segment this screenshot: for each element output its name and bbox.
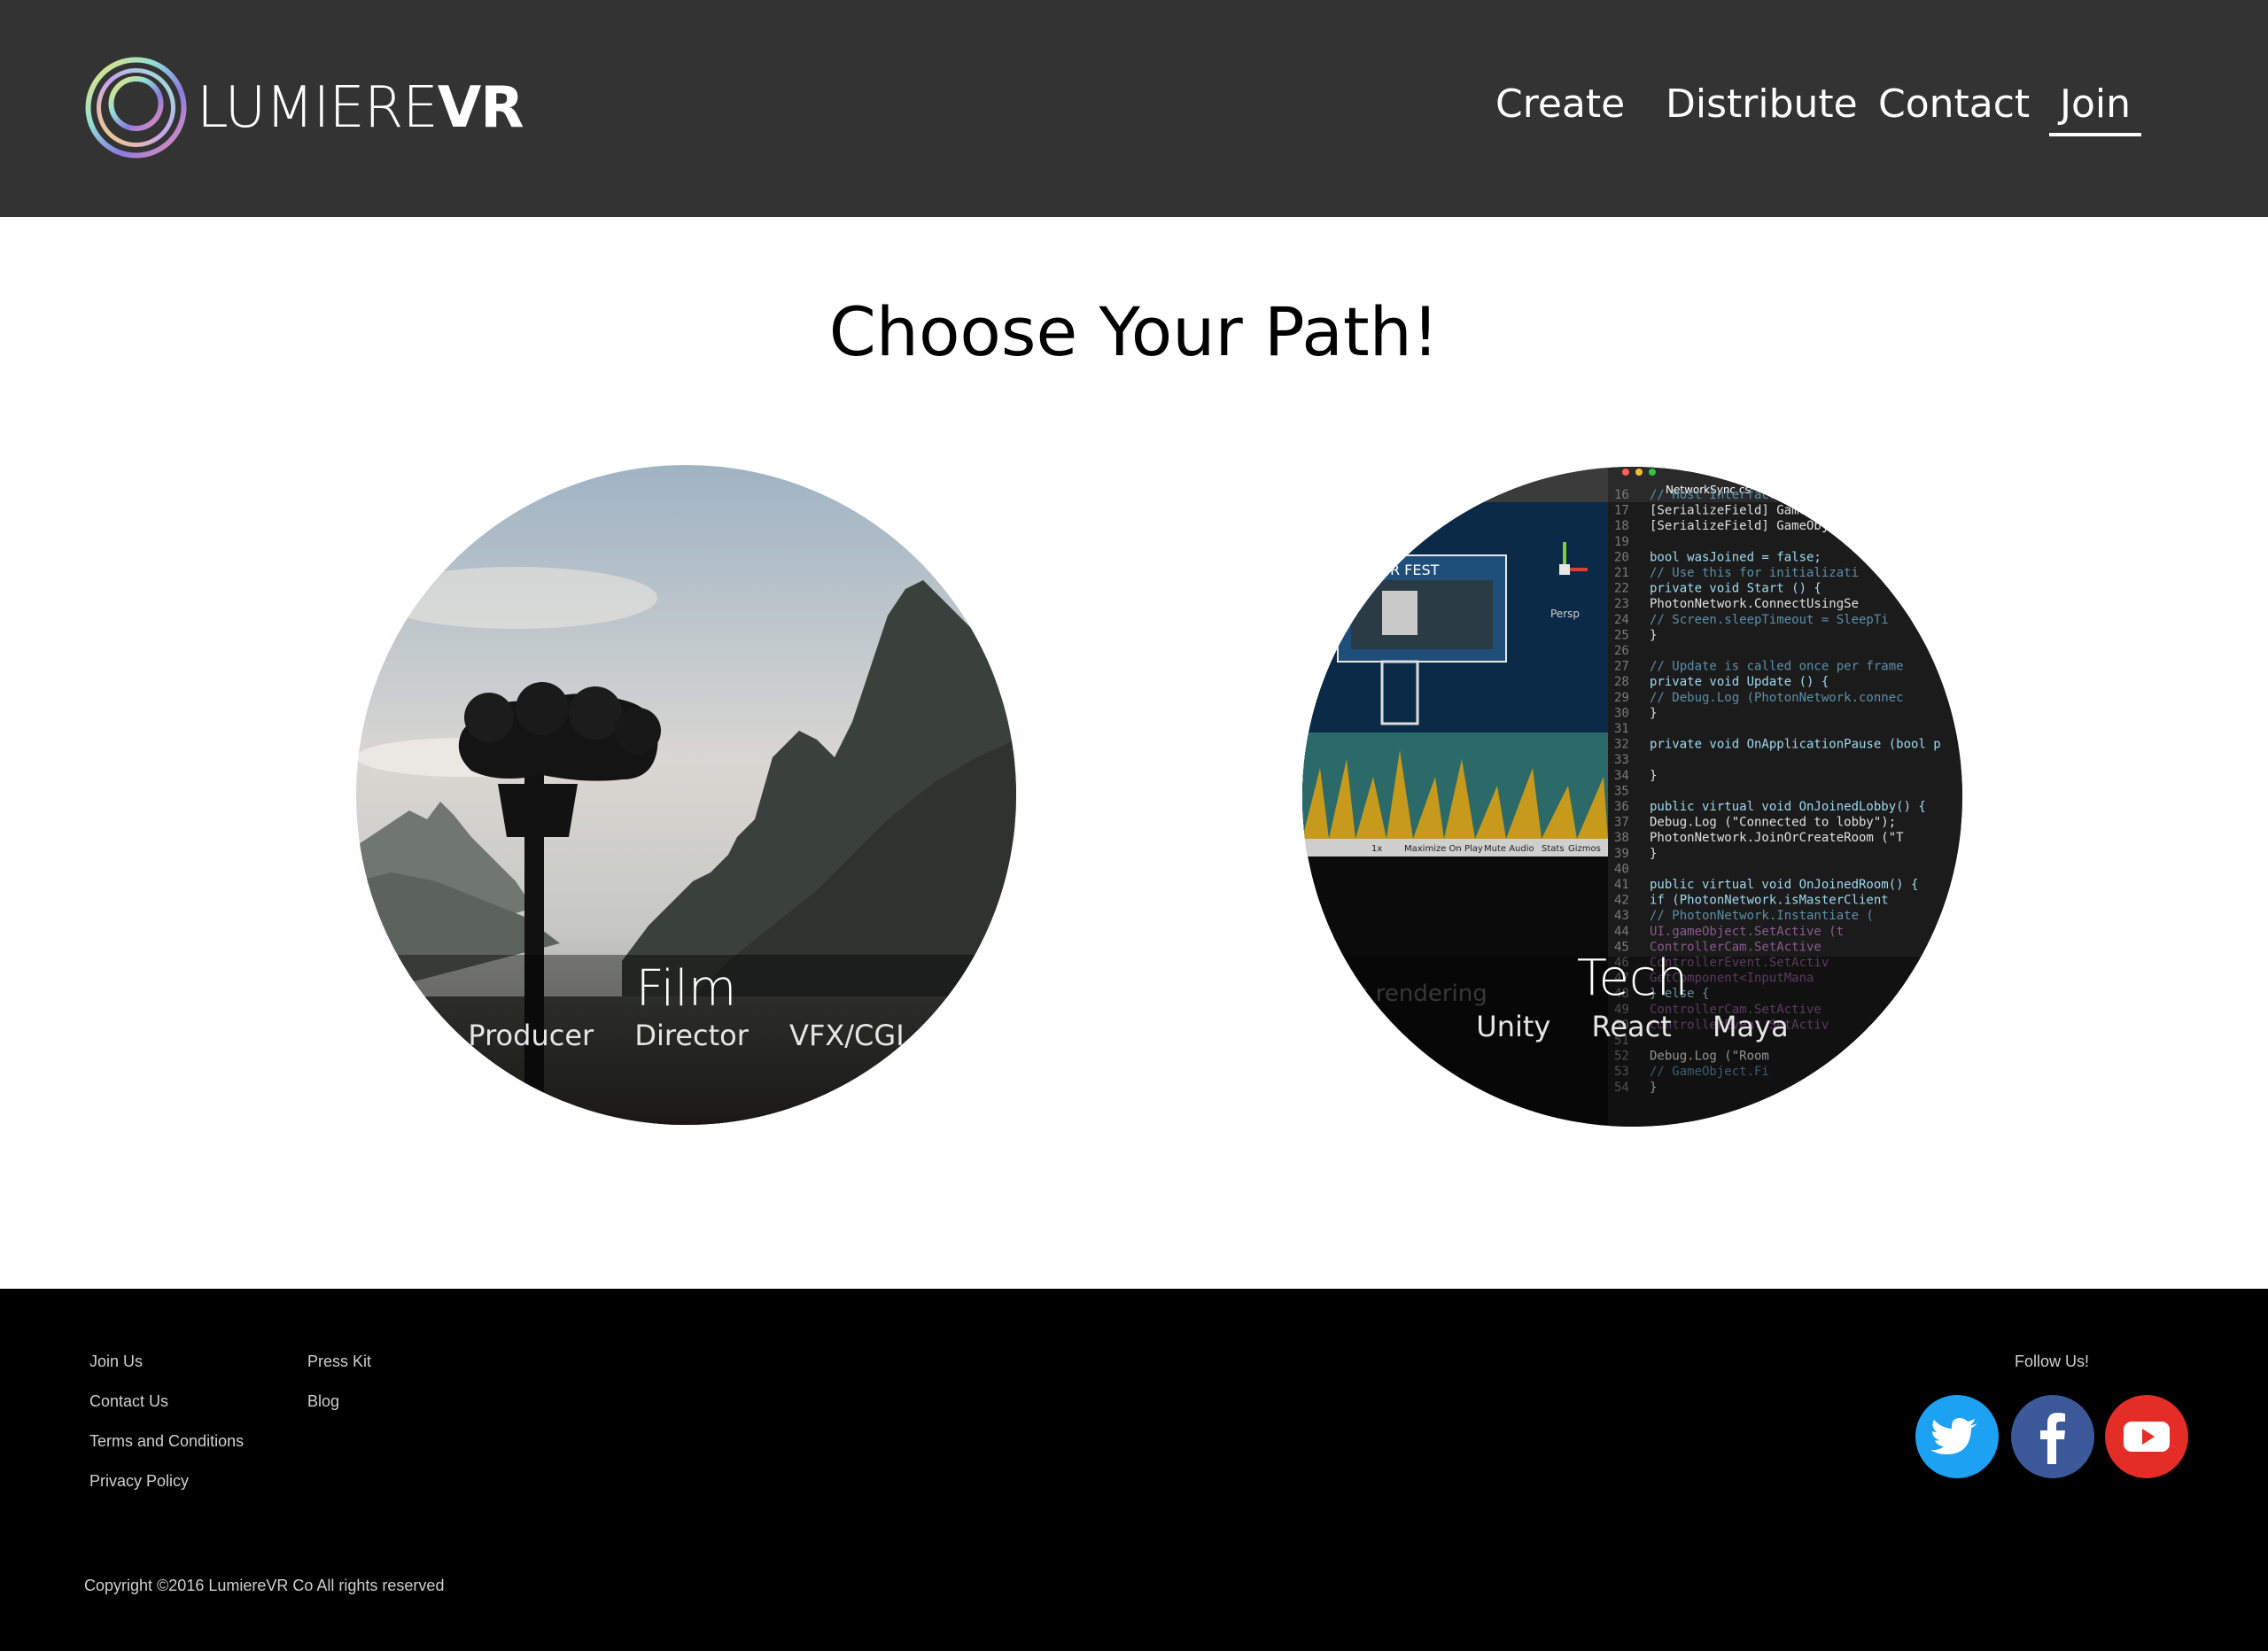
nav-item-distribute[interactable]: Distribute — [1666, 78, 1858, 131]
code-line: } — [1650, 706, 1657, 720]
tech-title: Tech — [1576, 950, 1689, 1007]
vr-fest-label: VR FEST — [1380, 562, 1440, 578]
film-role: Director — [634, 1019, 749, 1052]
code-line-number: 36 — [1614, 800, 1629, 814]
follow-us-label: Follow Us! — [2015, 1353, 2090, 1370]
code-line: } — [1650, 628, 1657, 642]
code-line: [SerializeField] GameObj — [1650, 519, 1829, 533]
code-line-number: 17 — [1614, 504, 1629, 518]
code-line: if (PhotonNetwork.isMasterClient — [1650, 894, 1889, 908]
code-line-number: 33 — [1614, 753, 1629, 767]
code-line: private void OnApplicationPause (bool p — [1650, 738, 1941, 752]
nav-item-contact[interactable]: Contact — [1878, 78, 2030, 131]
nav-item-join[interactable]: Join — [2048, 78, 2142, 136]
code-line: // PhotonNetwork.Instantiate ( — [1650, 909, 1874, 923]
code-line: private void Update () { — [1650, 675, 1829, 689]
youtube-icon[interactable] — [2105, 1395, 2188, 1478]
toolbar-item[interactable]: 1x — [1371, 844, 1382, 854]
code-line: // Update is called once per frame — [1650, 660, 1904, 674]
facebook-icon[interactable] — [2011, 1395, 2094, 1478]
code-line-number: 41 — [1614, 878, 1629, 892]
copyright-text: Copyright ©2016 LumiereVR Co All rights … — [84, 1577, 445, 1594]
code-line: public virtual void OnJoinedRoom() { — [1650, 878, 1918, 892]
code-line-number: 31 — [1614, 722, 1629, 736]
code-line: PhotonNetwork.JoinOrCreateRoom ("T — [1650, 831, 1904, 845]
film-role: VFX/CGI — [789, 1019, 905, 1052]
persp-label: Persp — [1550, 608, 1580, 620]
code-line-number: 25 — [1614, 628, 1629, 642]
code-line-number: 20 — [1614, 550, 1629, 564]
footer-link-blog[interactable]: Blog — [307, 1391, 339, 1412]
tech-role: React — [1591, 1010, 1672, 1043]
footer-link-join-us[interactable]: Join Us — [89, 1351, 143, 1372]
code-line-number: 22 — [1614, 582, 1629, 596]
code-line-number: 29 — [1614, 691, 1629, 705]
tech-path-card[interactable]: VR FEST Persp 1x Maximize On Play Mute A… — [1302, 467, 1962, 1127]
toolbar-item[interactable]: Gizmos — [1568, 844, 1601, 854]
nav-item-create[interactable]: Create — [1495, 78, 1625, 131]
code-line-number: 32 — [1614, 738, 1629, 752]
toolbar-item[interactable]: Stats — [1542, 844, 1565, 854]
film-path-card[interactable]: Film Producer Director VFX/CGI — [356, 465, 1016, 1125]
footer-link-terms[interactable]: Terms and Conditions — [89, 1430, 244, 1452]
tech-role: Unity — [1476, 1010, 1551, 1043]
footer-link-press-kit[interactable]: Press Kit — [307, 1351, 371, 1372]
tech-role: Maya — [1712, 1010, 1789, 1043]
code-line: Debug.Log ("Connected to lobby"); — [1650, 816, 1896, 830]
code-line: // Screen.sleepTimeout = SleepTi — [1650, 613, 1889, 627]
code-line-number: 34 — [1614, 769, 1629, 783]
page-title: Choose Your Path! — [828, 292, 1440, 371]
main-nav: Create Distribute Contact Join — [0, 78, 2268, 140]
code-line-number: 39 — [1614, 847, 1629, 861]
code-line-number: 28 — [1614, 675, 1629, 689]
code-line-number: 23 — [1614, 597, 1629, 611]
code-line-number: 26 — [1614, 644, 1629, 658]
code-line-number: 42 — [1614, 894, 1629, 908]
film-title: Film — [635, 960, 737, 1018]
code-line: } — [1650, 769, 1657, 783]
film-role: Producer — [468, 1019, 594, 1052]
code-line: } — [1650, 847, 1657, 861]
code-line-number: 16 — [1614, 488, 1629, 502]
code-line-number: 19 — [1614, 535, 1629, 549]
film-roles: Producer Director VFX/CGI — [356, 1018, 1016, 1053]
site-header: LUMIEREVR Create Distribute Contact Join — [0, 0, 2268, 217]
code-line-number: 24 — [1614, 613, 1629, 627]
code-line-number: 21 — [1614, 566, 1629, 580]
code-line: bool wasJoined = false; — [1650, 550, 1821, 564]
code-line-number: 40 — [1614, 862, 1629, 876]
code-line-number: 43 — [1614, 909, 1629, 923]
code-line: // Host Interface — [1650, 488, 1776, 502]
code-line-number: 44 — [1614, 925, 1629, 939]
code-line-number: 37 — [1614, 816, 1629, 830]
code-line-number: 38 — [1614, 831, 1629, 845]
code-line-number: 18 — [1614, 519, 1629, 533]
code-line: // Debug.Log (PhotonNetwork.connec — [1650, 691, 1904, 705]
code-line-number: 27 — [1614, 660, 1629, 674]
code-line: [SerializeField] GameO — [1650, 504, 1814, 518]
code-line: PhotonNetwork.ConnectUsingSe — [1650, 597, 1859, 611]
code-line: // Use this for initializati — [1650, 566, 1859, 580]
toolbar-item[interactable]: Mute Audio — [1484, 844, 1534, 854]
twitter-icon[interactable] — [1915, 1395, 1999, 1478]
footer-link-contact-us[interactable]: Contact Us — [89, 1391, 168, 1412]
code-line: UI.gameObject.SetActive (t — [1650, 925, 1844, 939]
code-line-number: 35 — [1614, 784, 1629, 798]
code-line: public virtual void OnJoinedLobby() { — [1650, 800, 1926, 814]
code-line: private void Start () { — [1650, 582, 1821, 596]
code-line-number: 30 — [1614, 706, 1629, 720]
toolbar-item[interactable]: Maximize On Play — [1404, 844, 1483, 854]
footer-link-privacy[interactable]: Privacy Policy — [89, 1470, 189, 1492]
tech-roles: Unity React Maya — [1302, 1009, 1962, 1044]
